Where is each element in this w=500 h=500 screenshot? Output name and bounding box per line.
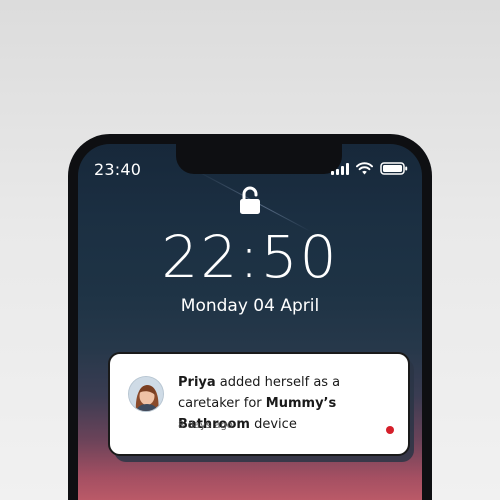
- wifi-icon: [356, 162, 373, 175]
- phone-frame: 23:40 22:50 Monday 04 April Priya added …: [68, 134, 432, 500]
- lock-screen-date: Monday 04 April: [180, 296, 320, 316]
- unlocked-padlock-icon[interactable]: [238, 186, 262, 216]
- unread-indicator: [386, 426, 394, 434]
- cellular-signal-icon: [331, 162, 349, 175]
- lock-screen-clock: 22:50: [161, 223, 339, 291]
- notification-timestamp: 8 days ago: [178, 420, 233, 431]
- battery-icon: [380, 162, 408, 175]
- notification-suffix: device: [249, 417, 297, 432]
- status-time: 23:40: [94, 160, 142, 179]
- user-avatar: [128, 376, 164, 412]
- camera-notch: [176, 144, 342, 174]
- status-icons: [331, 162, 408, 175]
- notification-actor: Priya: [178, 375, 216, 390]
- lock-screen: 23:40 22:50 Monday 04 April Priya added …: [78, 144, 422, 500]
- notification-card[interactable]: Priya added herself as a caretaker for M…: [108, 352, 410, 456]
